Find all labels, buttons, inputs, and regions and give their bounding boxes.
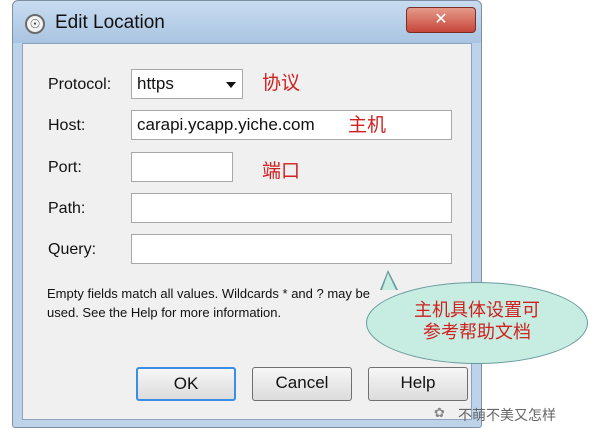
path-label: Path: (48, 200, 86, 217)
dialog-body: Protocol: https Host: carapi.ycapp.yiche… (22, 43, 472, 420)
close-icon: ✕ (434, 11, 448, 28)
protocol-select[interactable]: https (131, 69, 243, 99)
help-button[interactable]: Help (368, 367, 468, 401)
host-value: carapi.ycapp.yiche.com (137, 115, 315, 134)
title-bar[interactable]: ☉ Edit Location ✕ (13, 1, 481, 43)
compass-app-icon: ☉ (25, 14, 45, 34)
protocol-annotation: 协议 (262, 73, 301, 94)
callout-line-1: 主机具体设置可 (414, 300, 540, 320)
wechat-icon: ✿ (434, 405, 445, 420)
callout-line-2: 参考帮助文档 (423, 322, 531, 342)
host-annotation: 主机 (348, 115, 387, 136)
dialog-title: Edit Location (55, 12, 165, 33)
callout-bubble: 主机具体设置可 参考帮助文档 (366, 282, 588, 364)
help-text-line-1: Empty fields match all values. Wildcards… (47, 286, 370, 301)
port-input[interactable] (131, 152, 233, 182)
help-text: Empty fields match all values. Wildcards… (47, 284, 370, 322)
chevron-down-icon (226, 82, 236, 88)
port-label: Port: (48, 159, 82, 176)
path-input[interactable] (131, 193, 452, 223)
host-input[interactable]: carapi.ycapp.yiche.com (131, 110, 452, 140)
help-text-line-2: used. See the Help for more information. (47, 305, 282, 320)
query-input[interactable] (131, 234, 452, 264)
protocol-label: Protocol: (48, 76, 112, 93)
host-label: Host: (48, 117, 86, 134)
edit-location-dialog: ☉ Edit Location ✕ Protocol: https Host: … (12, 0, 482, 428)
port-annotation: 端口 (262, 161, 301, 182)
ok-button[interactable]: OK (136, 367, 236, 401)
close-button[interactable]: ✕ (406, 7, 476, 33)
cancel-button[interactable]: Cancel (252, 367, 352, 401)
query-label: Query: (48, 241, 97, 258)
protocol-value: https (137, 74, 174, 93)
watermark: 不萌不美又怎样 (458, 407, 556, 423)
callout-tail-inner (382, 273, 396, 290)
